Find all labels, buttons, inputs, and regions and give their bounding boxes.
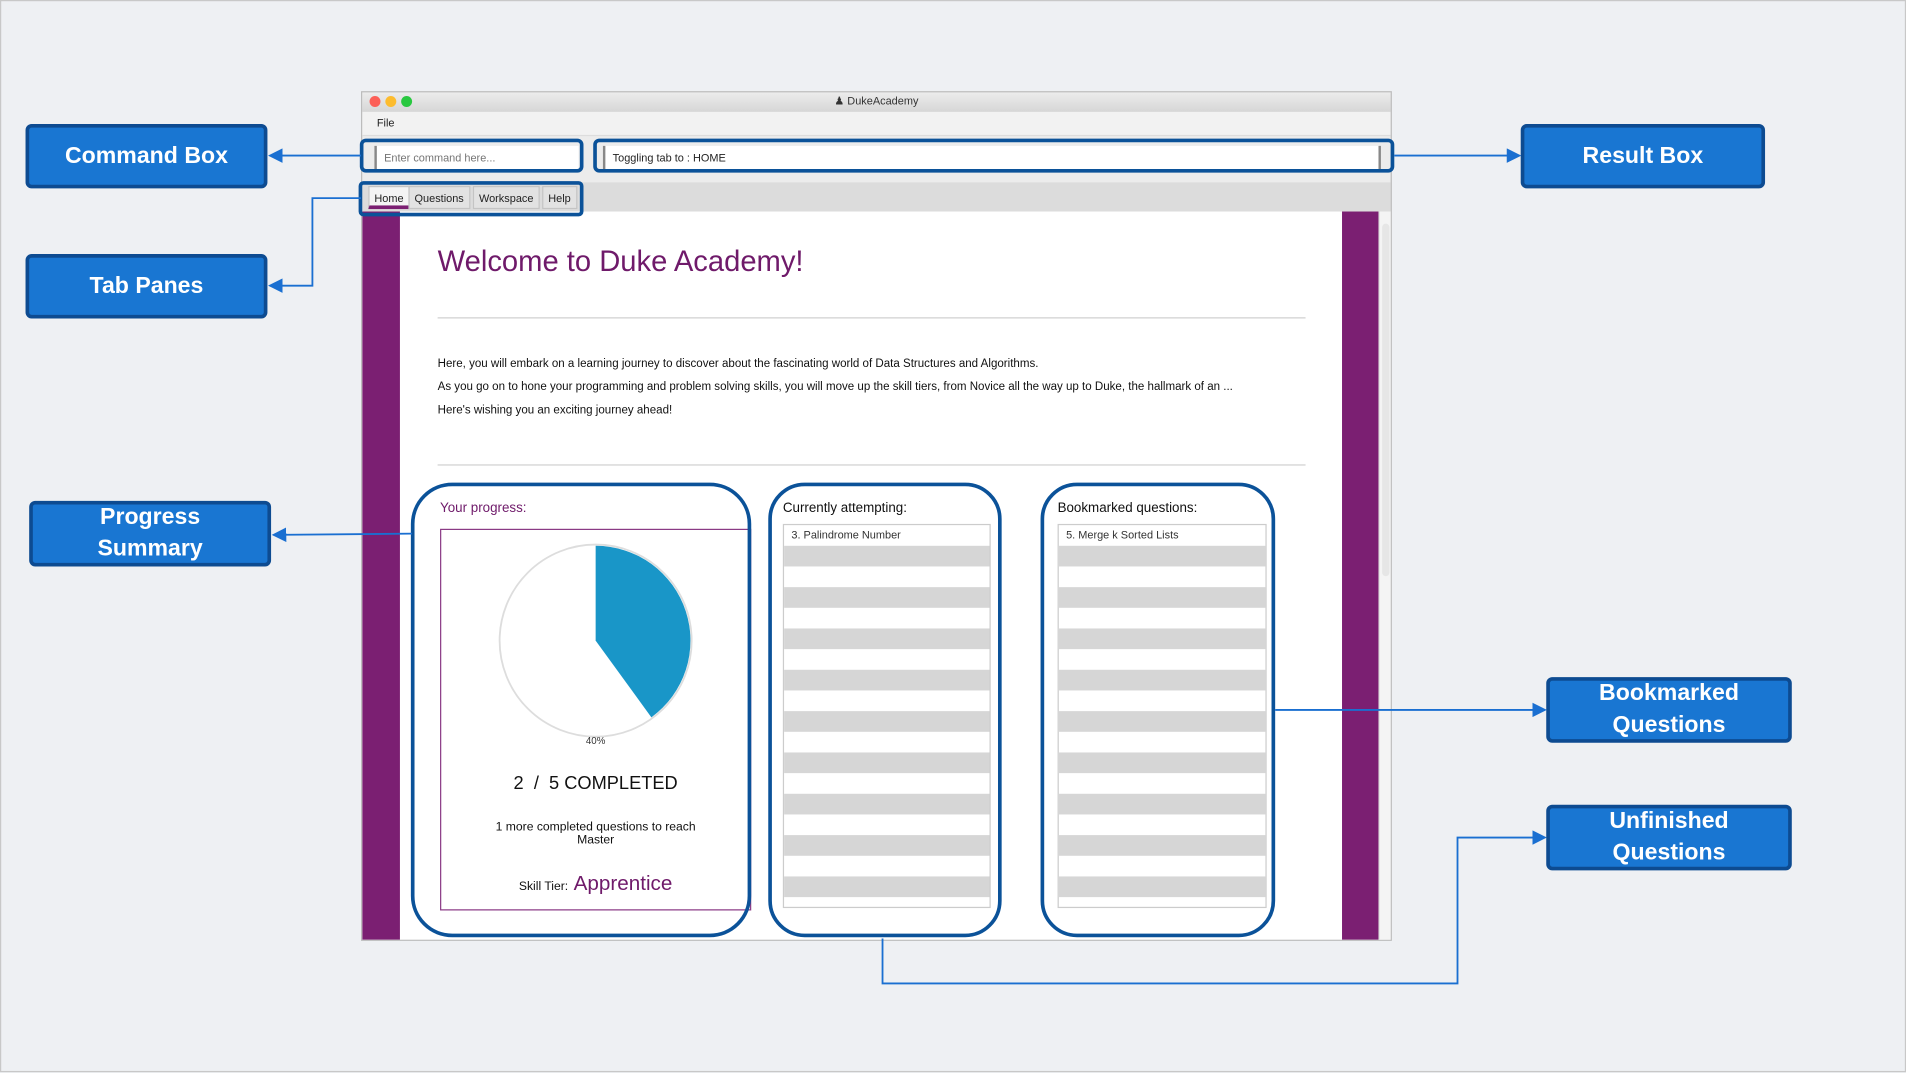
annotated-screenshot: ♟ DukeAcademy File Toggling tab to : HOM… xyxy=(0,0,1906,1073)
callout-bookmarked: Bookmarked Questions xyxy=(1546,677,1792,743)
callout-unfinished: Unfinished Questions xyxy=(1546,804,1792,871)
arrow-tab-panes xyxy=(268,197,362,293)
callout-progress-summary: Progress Summary xyxy=(29,500,272,567)
callout-command-box: Command Box xyxy=(25,123,268,189)
callout-result-box: Result Box xyxy=(1520,123,1766,189)
arrow-unfinished xyxy=(881,830,1547,985)
callout-tab-panes: Tab Panes xyxy=(25,254,268,319)
arrow-progress xyxy=(271,527,413,543)
